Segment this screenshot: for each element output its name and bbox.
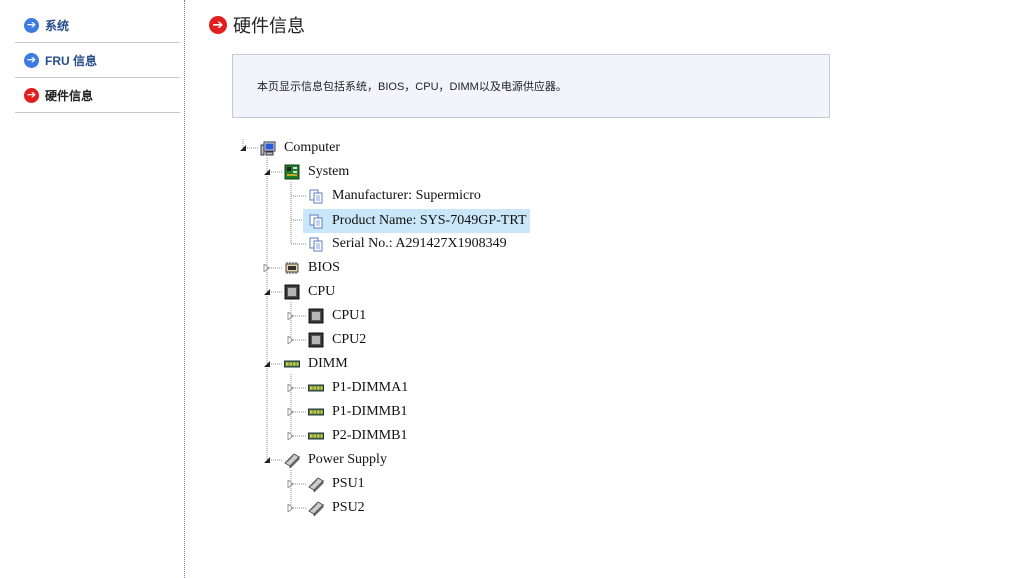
tree-node-dimm-p1-dimmb1[interactable]: P1-DIMMB1 xyxy=(308,402,409,422)
expand-toggle-icon[interactable] xyxy=(287,408,295,416)
tree-node-label: CPU2 xyxy=(332,332,367,347)
tree-node-label: P1-DIMMA1 xyxy=(332,380,409,395)
tree-node-bios[interactable]: BIOS xyxy=(284,258,342,278)
power-supply-icon xyxy=(308,477,324,492)
collapse-toggle-icon[interactable] xyxy=(239,144,247,152)
power-supply-icon xyxy=(308,501,324,516)
tree-connector-lines xyxy=(242,139,306,509)
tree-node-cpu2[interactable]: CPU2 xyxy=(308,330,368,350)
tree-node-dimm-p1-dimma1[interactable]: P1-DIMMA1 xyxy=(308,378,410,398)
tree-node-label: CPU xyxy=(308,284,336,299)
collapse-toggle-icon[interactable] xyxy=(263,456,271,464)
expand-toggle-icon[interactable] xyxy=(287,312,295,320)
tree-node-label: PSU1 xyxy=(332,476,365,491)
document-copy-icon xyxy=(309,237,323,252)
tree-node-label: BIOS xyxy=(308,260,340,275)
collapse-toggle-icon[interactable] xyxy=(263,168,271,176)
tree-node-system[interactable]: System xyxy=(284,162,351,182)
tree-node-label: DIMM xyxy=(308,356,348,371)
tree-node-manufacturer[interactable]: Manufacturer: Supermicro xyxy=(308,186,483,206)
document-copy-icon xyxy=(309,214,323,229)
memory-module-icon xyxy=(284,360,300,368)
collapse-toggle-icon[interactable] xyxy=(263,360,271,368)
tree-node-cpu1[interactable]: CPU1 xyxy=(308,306,368,326)
tree-node-computer[interactable]: Computer xyxy=(260,138,342,158)
tree-node-label: PSU2 xyxy=(332,500,365,515)
tree-node-cpu[interactable]: CPU xyxy=(284,282,337,302)
computer-icon xyxy=(260,141,276,156)
tree-node-label: Power Supply xyxy=(308,452,387,467)
expand-toggle-icon[interactable] xyxy=(287,432,295,440)
tree-node-label: Manufacturer: Supermicro xyxy=(332,188,481,203)
tree-node-label: Serial No.: A291427X1908349 xyxy=(332,236,507,251)
tree-node-dimm-p2-dimmb1[interactable]: P2-DIMMB1 xyxy=(308,426,409,446)
cpu-icon xyxy=(308,332,324,348)
expand-toggle-icon[interactable] xyxy=(287,336,295,344)
hardware-tree: Computer System Manufacturer: Supermicro xyxy=(0,0,1014,578)
tree-node-label: System xyxy=(308,164,350,179)
expand-toggle-icon[interactable] xyxy=(287,504,295,512)
cpu-icon xyxy=(308,308,324,324)
tree-node-label: Product Name: SYS-7049GP-TRT xyxy=(330,212,529,230)
tree-node-label: Computer xyxy=(284,140,340,155)
tree-node-psu2[interactable]: PSU2 xyxy=(308,498,367,518)
expand-toggle-icon[interactable] xyxy=(287,480,295,488)
tree-node-dimm[interactable]: DIMM xyxy=(284,354,350,374)
expand-toggle-icon[interactable] xyxy=(287,384,295,392)
memory-module-icon xyxy=(308,384,324,392)
power-supply-icon xyxy=(284,453,300,468)
memory-module-icon xyxy=(308,408,324,416)
tree-node-product-name[interactable]: Product Name: SYS-7049GP-TRT xyxy=(303,209,531,233)
tree-node-psu1[interactable]: PSU1 xyxy=(308,474,367,494)
cpu-icon xyxy=(284,284,300,300)
collapse-toggle-icon[interactable] xyxy=(263,288,271,296)
tree-node-label: CPU1 xyxy=(332,308,367,323)
tree-node-label: P1-DIMMB1 xyxy=(332,404,408,419)
tree-node-serial-no[interactable]: Serial No.: A291427X1908349 xyxy=(308,234,509,254)
document-copy-icon xyxy=(309,189,323,204)
motherboard-icon xyxy=(284,164,300,180)
expand-toggle-icon[interactable] xyxy=(263,264,271,272)
bios-chip-icon xyxy=(285,262,299,274)
tree-node-label: P2-DIMMB1 xyxy=(332,428,408,443)
memory-module-icon xyxy=(308,432,324,440)
tree-node-power-supply[interactable]: Power Supply xyxy=(284,450,389,470)
